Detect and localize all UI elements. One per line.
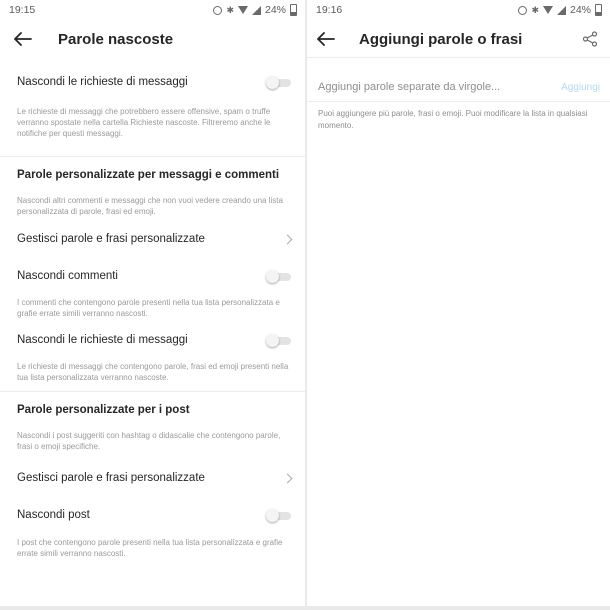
battery-percent: 24% <box>569 4 591 16</box>
hide-comments-description: I commenti che contengono parole present… <box>17 298 280 318</box>
status-bar: 19:16 ✱ 24% <box>307 0 610 20</box>
custom-words-description: Nascondi altri commenti e messaggi che n… <box>17 196 283 216</box>
manage-custom-words-row[interactable]: Gestisci parole e frasi personalizzate <box>0 221 305 257</box>
wifi-icon <box>237 6 248 14</box>
alarm-icon <box>518 5 528 15</box>
hide-comments-toggle[interactable] <box>266 269 293 283</box>
hidden-words-screen: 19:15 ✱ 24% Parole nascoste Nascondi le … <box>0 0 305 606</box>
chevron-right-icon <box>282 234 293 244</box>
bluetooth-icon: ✱ <box>531 4 539 15</box>
hide-requests-row[interactable]: Nascondi le richieste di messaggi <box>0 58 305 106</box>
alarm-icon <box>213 5 223 15</box>
top-bar: Aggiungi parole o frasi <box>307 20 610 58</box>
custom-words-section-title: Parole personalizzate per messaggi e com… <box>17 169 280 181</box>
page-title: Parole nascoste <box>58 30 174 48</box>
battery-icon <box>595 4 602 16</box>
manage-post-words-row[interactable]: Gestisci parole e frasi personalizzate <box>0 458 305 498</box>
manage-custom-words-label: Gestisci parole e frasi personalizzate <box>17 233 205 245</box>
status-icons: ✱ 24% <box>213 4 297 16</box>
divider <box>307 57 610 58</box>
add-words-hint: Puoi aggiungere più parole, frasi o emoj… <box>318 109 588 130</box>
battery-icon <box>290 4 297 16</box>
back-arrow-icon[interactable] <box>317 28 339 50</box>
share-icon[interactable] <box>580 29 600 49</box>
add-words-input-row: Aggiungi <box>307 73 610 101</box>
hide-posts-description: I post che contengono parole presenti ne… <box>17 538 283 558</box>
hide-comments-row[interactable]: Nascondi commenti <box>0 257 305 295</box>
status-icons: ✱ 24% <box>518 4 602 16</box>
manage-post-words-label: Gestisci parole e frasi personalizzate <box>17 472 205 484</box>
hide-requests-custom-row[interactable]: Nascondi le richieste di messaggi <box>0 321 305 359</box>
signal-icon <box>556 5 566 15</box>
chevron-right-icon <box>282 473 293 483</box>
status-time: 19:16 <box>316 4 343 16</box>
hide-requests-toggle[interactable] <box>266 75 293 89</box>
hide-requests-custom-toggle[interactable] <box>266 333 293 347</box>
bluetooth-icon: ✱ <box>226 4 234 15</box>
status-bar: 19:15 ✱ 24% <box>0 0 305 20</box>
battery-percent: 24% <box>264 4 286 16</box>
add-words-input[interactable] <box>318 81 562 93</box>
hide-requests-label: Nascondi le richieste di messaggi <box>17 76 188 88</box>
hide-requests-custom-label: Nascondi le richieste di messaggi <box>17 334 188 346</box>
hide-posts-toggle[interactable] <box>266 508 293 522</box>
signal-icon <box>251 5 261 15</box>
back-arrow-icon[interactable] <box>14 28 36 50</box>
top-bar: Parole nascoste <box>0 20 305 58</box>
hide-requests-custom-description: Le richieste di messaggi che contengono … <box>17 362 289 382</box>
hide-comments-label: Nascondi commenti <box>17 270 118 282</box>
status-time: 19:15 <box>9 4 36 16</box>
page-title: Aggiungi parole o frasi <box>359 30 523 48</box>
hide-posts-label: Nascondi post <box>17 509 90 521</box>
add-words-screen: 19:16 ✱ 24% Aggiungi parole o frasi Aggi… <box>307 0 610 606</box>
add-button[interactable]: Aggiungi <box>561 82 600 93</box>
post-words-description: Nascondi i post suggeriti con hashtag o … <box>17 431 281 451</box>
hide-requests-description: Le richieste di messaggi che potrebbero … <box>17 107 271 138</box>
hide-posts-row[interactable]: Nascondi post <box>0 498 305 532</box>
post-words-section-title: Parole personalizzate per i post <box>17 404 190 416</box>
wifi-icon <box>542 6 553 14</box>
